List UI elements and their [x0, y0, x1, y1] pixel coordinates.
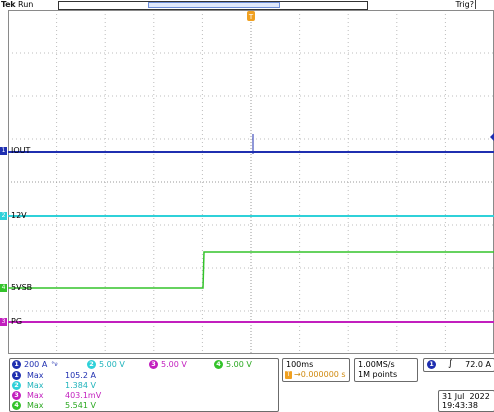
measurement-value: 1.384 V [65, 380, 96, 390]
ch4-scale-value: 5.00 V [226, 359, 252, 369]
trigger-level-marker[interactable] [490, 133, 494, 141]
waveform-display[interactable]: T [8, 10, 494, 354]
ch3-scale-value: 5.00 V [161, 359, 187, 369]
trigger-panel[interactable]: 1 ∫ 72.0 A [423, 358, 494, 372]
ch2-ground-marker[interactable]: 2 [0, 212, 7, 220]
measurement-type: Max [27, 370, 44, 380]
timebase-scale: 100ms [286, 360, 314, 369]
trigger-position-icon: T [285, 370, 292, 379]
measurement-ch4-badge: 4 [12, 400, 21, 410]
graticule-center-axes [8, 10, 494, 354]
ch4-scale[interactable]: 4 5.00 V [214, 359, 252, 369]
ch4-ground-marker[interactable]: 4 [0, 284, 7, 292]
svg-text:T: T [248, 13, 254, 21]
ch3-ground-marker[interactable]: 3 [0, 318, 7, 326]
measurement-ch1-badge: 1 [12, 370, 21, 380]
ch1-ground-marker[interactable]: 1 [0, 147, 7, 155]
measurement-row[interactable]: 4 Max 5.541 V [9, 400, 165, 410]
ch1-label: IOUT [11, 146, 31, 155]
measurement-ch3-badge: 3 [12, 390, 21, 400]
status-bar: Tek Run Trig? [0, 0, 494, 10]
measurement-value: 5.541 V [65, 400, 96, 410]
ch1-scale-value: 200 A [24, 359, 48, 369]
brand-logo: Tek [1, 0, 16, 9]
ch4-trace [8, 251, 494, 289]
trigger-source-badge: 1 [427, 360, 436, 369]
ch3-scale[interactable]: 3 5.00 V [149, 359, 187, 369]
trigger-status: Trig? [455, 0, 474, 9]
ch2-badge: 2 [87, 359, 96, 369]
vertical-scale-row: 1 200 A °ν 2 5.00 V 3 5.00 V 4 5.00 V [9, 359, 277, 369]
ch1-badge: 1 [12, 359, 21, 369]
ch2-scale-value: 5.00 V [99, 359, 125, 369]
ch2-label: 12V [11, 211, 27, 220]
record-view-window[interactable] [148, 2, 280, 8]
trigger-status-frame [475, 0, 494, 9]
horizontal-position: T → 0.000000 s [285, 370, 346, 379]
trigger-position-marker[interactable]: T [247, 11, 255, 21]
measurement-type: Max [27, 390, 44, 400]
acquisition-panel[interactable]: 1.00MS/s 1M points [354, 358, 418, 382]
ch1-scale[interactable]: 1 200 A °ν [12, 359, 58, 369]
timebase-panel[interactable]: 100ms T → 0.000000 s [282, 358, 350, 382]
horizontal-arrow-icon: → [294, 370, 301, 379]
rising-edge-icon: ∫ [448, 359, 453, 369]
measurement-ch2-badge: 2 [12, 380, 21, 390]
measurement-type: Max [27, 380, 44, 390]
ch2-scale[interactable]: 2 5.00 V [87, 359, 125, 369]
sample-rate: 1.00MS/s [358, 360, 395, 369]
measurement-value: 403.1mV [65, 390, 102, 400]
acquisition-status: Run [18, 0, 34, 9]
ch3-label: PG [11, 317, 23, 326]
datetime-panel: 31 Jul 2022 19:43:38 [438, 390, 494, 412]
measurement-row[interactable]: 3 Max 403.1mV [9, 390, 165, 400]
measurement-type: Max [27, 400, 44, 410]
measurement-readouts: 1 Max 105.2 A 2 Max 1.384 V 3 Max 403.1m… [9, 369, 277, 410]
measurement-row[interactable]: 1 Max 105.2 A [9, 370, 165, 380]
ch3-badge: 3 [149, 359, 158, 369]
measurement-value: 105.2 A [65, 370, 96, 380]
ch1-bw-limit-icon: °ν [51, 360, 58, 368]
ch4-label: 5VSB [11, 283, 33, 292]
horizontal-position-value: 0.000000 s [300, 370, 346, 379]
trigger-level: 72.0 A [465, 360, 491, 369]
time-display: 19:43:38 [442, 401, 478, 410]
measurement-row[interactable]: 2 Max 1.384 V [9, 380, 165, 390]
ch4-badge: 4 [214, 359, 223, 369]
date-display: 31 Jul 2022 [442, 392, 490, 401]
record-length: 1M points [358, 370, 398, 379]
